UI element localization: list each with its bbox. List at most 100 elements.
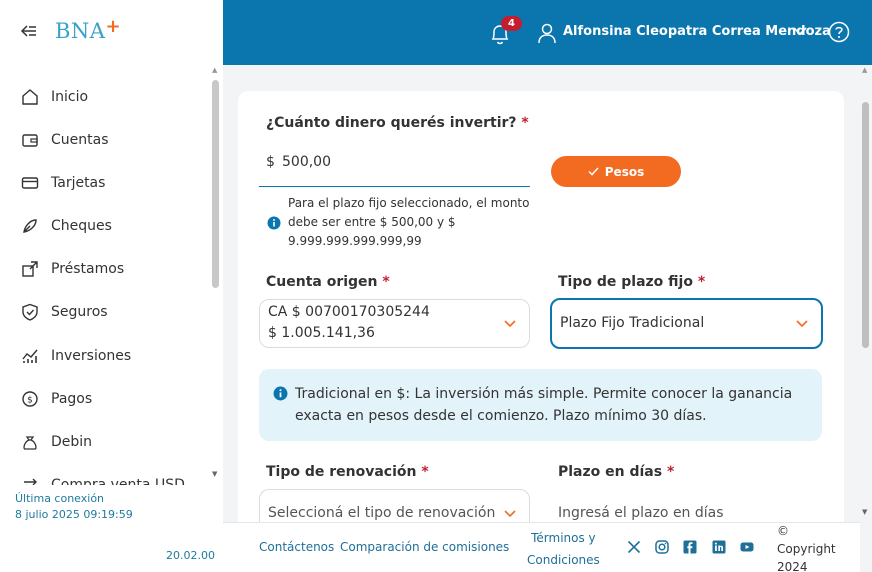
days-input[interactable]: Ingresá el plazo en días bbox=[558, 505, 724, 521]
main-scrollbar[interactable]: ▲ ▼ bbox=[860, 66, 872, 522]
sidebar-scroll-thumb[interactable] bbox=[212, 80, 219, 288]
loan-icon bbox=[22, 261, 38, 277]
chevron-down-icon bbox=[504, 510, 516, 518]
sidebar-item-label: Seguros bbox=[51, 304, 108, 320]
shield-icon bbox=[22, 303, 38, 321]
amount-hint: Para el plazo fijo seleccionado, el mont… bbox=[288, 196, 530, 248]
bag-icon bbox=[23, 436, 37, 450]
fixed-term-type-select[interactable]: Plazo Fijo Tradicional bbox=[550, 298, 823, 349]
sidebar-item-label: Inicio bbox=[51, 89, 89, 105]
scroll-down-icon[interactable]: ▼ bbox=[212, 470, 217, 478]
fixed-term-type-label: Tipo de plazo fijo * bbox=[558, 274, 705, 290]
investment-form-card: ¿Cuánto dinero querés invertir? * $ 500,… bbox=[238, 91, 844, 538]
linkedin-icon[interactable] bbox=[712, 540, 726, 554]
copyright: © Copyright 2024 bbox=[777, 522, 847, 572]
required-mark: * bbox=[521, 115, 529, 131]
chevron-down-icon bbox=[796, 320, 808, 328]
renewal-label-text: Tipo de renovación bbox=[266, 464, 417, 480]
scroll-up-icon[interactable]: ▲ bbox=[862, 66, 867, 74]
currency-pesos-button[interactable]: Pesos bbox=[551, 156, 681, 187]
sidebar: BNA+ Inicio Cuentas Tarjetas Cheques Pré… bbox=[0, 0, 223, 572]
amount-label-text: ¿Cuánto dinero querés invertir? bbox=[266, 115, 517, 131]
main-scroll-thumb[interactable] bbox=[862, 102, 869, 348]
sidebar-item-label: Inversiones bbox=[51, 348, 132, 364]
account-balance: $ 1.005.141,36 bbox=[268, 325, 375, 341]
account-number: CA $ 00700170305244 bbox=[268, 304, 430, 320]
collapse-menu-icon[interactable] bbox=[20, 22, 38, 40]
terms-line-2: Condiciones bbox=[527, 553, 600, 567]
sidebar-item-tarjetas[interactable]: Tarjetas bbox=[0, 163, 211, 203]
sidebar-item-prestamos[interactable]: Préstamos bbox=[0, 249, 211, 289]
app-version: 20.02.00 bbox=[166, 549, 215, 562]
required-mark: * bbox=[697, 274, 706, 290]
terms-link[interactable]: Términos y Condiciones bbox=[527, 527, 600, 571]
required-mark: * bbox=[382, 274, 390, 290]
sidebar-item-label: Cheques bbox=[51, 218, 112, 234]
youtube-icon[interactable] bbox=[740, 540, 754, 554]
sidebar-item-label: Debin bbox=[51, 434, 93, 450]
account-select[interactable]: CA $ 00700170305244 $ 1.005.141,36 bbox=[259, 299, 530, 348]
account-select-value: CA $ 00700170305244 $ 1.005.141,36 bbox=[268, 302, 430, 344]
logo-text: BNA bbox=[55, 19, 106, 43]
contact-link[interactable]: Contáctenos bbox=[259, 540, 334, 554]
amount-input[interactable]: $ 500,00 bbox=[259, 143, 530, 187]
logo-plus: + bbox=[105, 16, 122, 37]
sidebar-item-compra-venta-usd[interactable]: Compra venta USD bbox=[0, 465, 211, 485]
fixed-term-type-label-text: Tipo de plazo fijo bbox=[558, 274, 693, 290]
sidebar-item-inicio[interactable]: Inicio bbox=[0, 77, 211, 117]
sidebar-header: BNA+ bbox=[0, 0, 223, 65]
sidebar-item-label: Cuentas bbox=[51, 132, 109, 148]
sidebar-item-label: Pagos bbox=[51, 391, 93, 407]
help-icon[interactable] bbox=[828, 21, 850, 43]
wallet-icon bbox=[22, 134, 38, 147]
last-connection-label: Última conexión bbox=[15, 492, 105, 505]
bna-logo[interactable]: BNA+ bbox=[55, 16, 122, 43]
sidebar-item-seguros[interactable]: Seguros bbox=[0, 292, 211, 332]
last-connection-value: 8 julio 2025 09:19:59 bbox=[15, 508, 133, 521]
last-connection: Última conexión 8 julio 2025 09:19:59 bbox=[15, 491, 133, 523]
account-label: Cuenta origen * bbox=[266, 274, 390, 290]
copyright-line-1: Copyright bbox=[777, 542, 836, 556]
copyright-line-2: 2024 bbox=[777, 560, 808, 572]
facebook-icon[interactable] bbox=[683, 540, 697, 554]
terms-line-1: Términos y bbox=[531, 531, 596, 545]
days-label-text: Plazo en días bbox=[558, 464, 663, 480]
required-mark: * bbox=[421, 464, 429, 480]
sidebar-item-debin[interactable]: Debin bbox=[0, 422, 211, 462]
sidebar-item-label: Compra venta USD bbox=[51, 477, 185, 485]
chevron-down-icon bbox=[504, 320, 516, 328]
renewal-placeholder: Seleccioná el tipo de renovación bbox=[268, 505, 496, 521]
sidebar-scrollbar[interactable]: ▲ ▼ bbox=[211, 66, 221, 482]
required-mark: * bbox=[666, 464, 675, 480]
scroll-up-icon[interactable]: ▲ bbox=[212, 66, 217, 74]
sidebar-item-cheques[interactable]: Cheques bbox=[0, 206, 211, 246]
coin-icon: $ bbox=[22, 391, 38, 407]
home-icon bbox=[22, 89, 38, 105]
fees-comparison-link[interactable]: Comparación de comisiones bbox=[340, 540, 509, 554]
sidebar-item-label: Préstamos bbox=[51, 261, 125, 277]
svg-text:$: $ bbox=[27, 396, 33, 406]
chevron-down-icon[interactable] bbox=[793, 26, 807, 36]
fixed-term-info-box: Tradicional en $: La inversión más simpl… bbox=[259, 369, 822, 441]
sidebar-item-pagos[interactable]: $ Pagos bbox=[0, 379, 211, 419]
scroll-down-icon[interactable]: ▼ bbox=[862, 508, 867, 516]
footer: Contáctenos Comparación de comisiones Té… bbox=[223, 522, 860, 572]
user-icon[interactable] bbox=[537, 22, 557, 44]
copyright-symbol: © bbox=[777, 524, 789, 538]
days-label: Plazo en días * bbox=[558, 464, 674, 480]
sidebar-item-cuentas[interactable]: Cuentas bbox=[0, 120, 211, 160]
check-icon bbox=[588, 167, 599, 176]
top-header: 4 Alfonsina Cleopatra Correa Mendoza bbox=[223, 0, 872, 65]
user-name[interactable]: Alfonsina Cleopatra Correa Mendoza bbox=[563, 24, 831, 39]
exchange-icon bbox=[24, 478, 37, 485]
info-icon bbox=[267, 216, 281, 230]
sidebar-item-inversiones[interactable]: Inversiones bbox=[0, 336, 211, 376]
fixed-term-type-value: Plazo Fijo Tradicional bbox=[560, 315, 705, 331]
currency-symbol: $ bbox=[266, 154, 275, 170]
instagram-icon[interactable] bbox=[655, 540, 669, 554]
card-icon bbox=[21, 177, 39, 189]
x-twitter-icon[interactable] bbox=[627, 540, 641, 554]
chart-icon bbox=[22, 349, 38, 363]
info-icon bbox=[273, 386, 288, 401]
sidebar-nav: Inicio Cuentas Tarjetas Cheques Préstamo… bbox=[0, 75, 211, 485]
